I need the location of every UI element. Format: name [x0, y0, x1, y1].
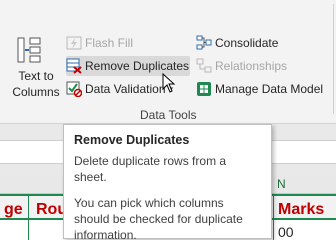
data-validation-icon — [66, 81, 82, 97]
header-cell[interactable]: ge — [4, 198, 23, 222]
remove-duplicates-icon — [66, 58, 82, 74]
text-to-columns-icon — [17, 37, 41, 63]
flash-fill-button[interactable]: Flash Fill — [66, 33, 133, 53]
data-tools-group-label: Data Tools — [140, 108, 197, 122]
relationships-button[interactable]: Relationships — [196, 56, 287, 76]
mouse-pointer-icon — [162, 73, 176, 93]
manage-data-model-icon — [197, 82, 211, 96]
consolidate-icon — [196, 35, 212, 50]
consolidate-label: Consolidate — [215, 36, 279, 50]
header-cell[interactable]: Marks — [278, 198, 324, 222]
tooltip-text: should be checked for duplicate — [74, 212, 243, 226]
remove-duplicates-tooltip: Remove Duplicates Delete duplicate rows … — [63, 124, 272, 240]
tooltip-text: information. — [74, 228, 137, 240]
data-cell[interactable]: 00 — [278, 224, 294, 240]
cell-border — [273, 194, 274, 240]
tooltip-text: You can pick which columns — [74, 196, 224, 210]
cell-border — [28, 194, 29, 240]
remove-duplicates-label: Remove Duplicates — [85, 59, 190, 73]
tooltip-title: Remove Duplicates — [74, 133, 190, 147]
relationships-icon — [196, 58, 212, 73]
flash-fill-icon — [66, 36, 82, 50]
column-letter[interactable]: N — [277, 177, 286, 191]
text-to-columns-button[interactable]: Text to Columns — [10, 68, 62, 100]
consolidate-button[interactable]: Consolidate — [196, 33, 278, 53]
data-validation-button[interactable]: Data Validation ▾ — [66, 79, 173, 99]
tooltip-text: Delete duplicate rows from a sheet. — [74, 154, 227, 184]
relationships-label: Relationships — [215, 59, 288, 73]
ribbon: Text to Columns Flash Fill Remove Duplic… — [0, 0, 336, 124]
flash-fill-label: Flash Fill — [85, 36, 134, 50]
manage-data-model-button[interactable]: Manage Data Model — [196, 79, 323, 99]
manage-data-model-label: Manage Data Model — [215, 82, 324, 96]
group-separator — [333, 4, 334, 114]
data-validation-label: Data Validation — [85, 82, 166, 96]
